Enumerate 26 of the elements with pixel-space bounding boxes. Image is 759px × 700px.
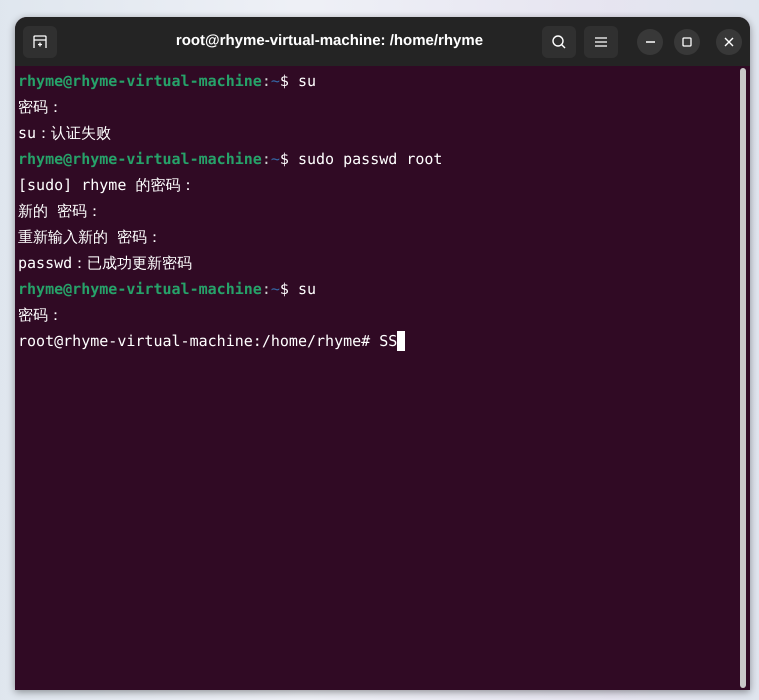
terminal-line: 密码：: [18, 305, 63, 326]
terminal-line: rhyme@rhyme-virtual-machine:~$ sudo passwd root: [18, 149, 442, 170]
terminal-line: su：认证失败: [18, 123, 112, 144]
maximize-icon: [682, 36, 692, 46]
close-button[interactable]: [716, 28, 742, 54]
terminal-line: root@rhyme-virtual-machine:/home/rhyme# SS: [18, 331, 398, 352]
scrollbar-thumb[interactable]: [740, 68, 746, 688]
menu-button[interactable]: [584, 26, 618, 58]
minimize-icon: [646, 40, 654, 42]
terminal-line: 新的 密码：: [18, 201, 102, 222]
terminal-line: rhyme@rhyme-virtual-machine:~$ su: [18, 279, 316, 300]
terminal-line: 重新输入新的 密码：: [18, 227, 162, 248]
menu-icon: [595, 36, 607, 46]
new-tab-button[interactable]: [23, 26, 57, 58]
terminal-line: [sudo] rhyme 的密码：: [18, 175, 196, 196]
terminal-line: 密码：: [18, 97, 63, 118]
search-icon: [551, 34, 567, 50]
text-cursor: [397, 331, 406, 351]
close-icon: [724, 36, 734, 46]
search-button[interactable]: [542, 26, 576, 58]
maximize-button[interactable]: [674, 28, 700, 54]
window-title: root@rhyme-virtual-machine: /home/rhyme: [176, 31, 484, 52]
minimize-button[interactable]: [637, 28, 663, 54]
terminal-line: rhyme@rhyme-virtual-machine:~$ su: [18, 71, 316, 92]
terminal-line: passwd：已成功更新密码: [18, 253, 192, 274]
new-tab-icon: [32, 34, 48, 50]
